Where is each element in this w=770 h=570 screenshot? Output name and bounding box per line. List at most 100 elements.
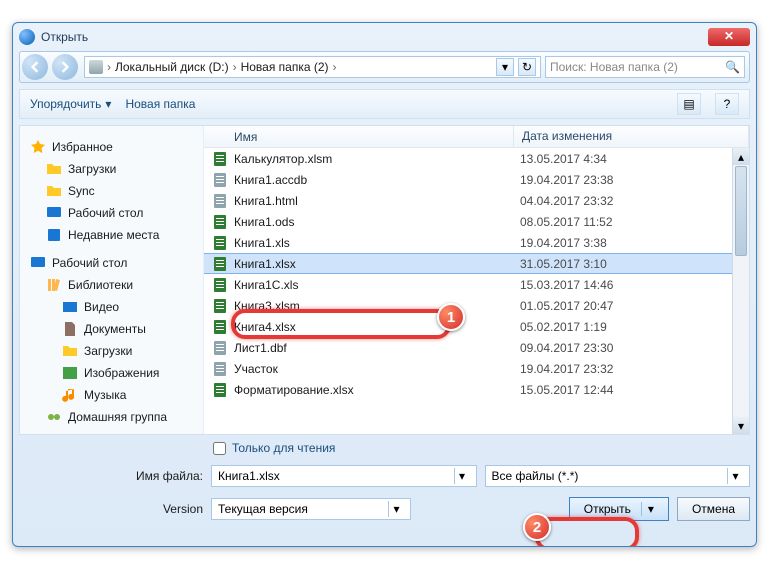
chevron-down-icon[interactable]: ▾ [388,501,404,517]
sidebar-item-video[interactable]: Видео [20,296,203,318]
column-date[interactable]: Дата изменения [514,126,749,147]
chevron-right-icon: › [233,60,237,74]
file-name: Книга1.ods [234,215,520,229]
sidebar-item-downloads2[interactable]: Загрузки [20,340,203,362]
open-button[interactable]: Открыть▾ [569,497,669,521]
file-icon [212,151,228,167]
file-row[interactable]: Книга1.xls19.04.2017 3:38 [204,232,749,253]
scroll-thumb[interactable] [735,166,747,256]
chevron-down-icon[interactable]: ▾ [727,468,743,484]
file-name: Участок [234,362,520,376]
search-icon: 🔍 [725,60,740,74]
file-date: 05.02.2017 1:19 [520,320,607,334]
sidebar-item-recent[interactable]: Недавние места [20,224,203,246]
file-icon [212,382,228,398]
file-icon [212,298,228,314]
file-icon [212,277,228,293]
help-button[interactable]: ? [715,93,739,115]
file-icon [212,214,228,230]
file-date: 15.05.2017 12:44 [520,383,613,397]
chevron-right-icon: › [333,60,337,74]
file-row[interactable]: Книга1.html04.04.2017 23:32 [204,190,749,211]
file-icon [212,361,228,377]
file-icon [212,172,228,188]
sidebar-item-documents[interactable]: Документы [20,318,203,340]
refresh-button[interactable]: ↻ [518,58,536,76]
scroll-up-button[interactable]: ▴ [733,148,749,165]
version-label: Version [19,502,203,516]
filename-input[interactable]: Книга1.xlsx ▾ [211,465,477,487]
readonly-checkbox[interactable] [213,442,226,455]
organize-button[interactable]: Упорядочить ▾ [30,97,111,111]
file-row[interactable]: Книга1.xlsx31.05.2017 3:10 [204,253,749,274]
file-row[interactable]: Книга1C.xls15.03.2017 14:46 [204,274,749,295]
breadcrumb[interactable]: Локальный диск (D:) [115,60,229,74]
file-row[interactable]: Форматирование.xlsx15.05.2017 12:44 [204,379,749,400]
breadcrumb[interactable]: Новая папка (2) [241,60,329,74]
file-row[interactable]: Книга1.ods08.05.2017 11:52 [204,211,749,232]
file-name: Книга3.xlsm [234,299,520,313]
sidebar-item-pictures[interactable]: Изображения [20,362,203,384]
cancel-button[interactable]: Отмена [677,497,750,521]
forward-button[interactable] [52,54,78,80]
address-bar[interactable]: › Локальный диск (D:) › Новая папка (2) … [84,56,541,78]
version-combo[interactable]: Текущая версия ▾ [211,498,411,520]
filename-label: Имя файла: [19,469,203,483]
file-name: Калькулятор.xlsm [234,152,520,166]
new-folder-button[interactable]: Новая папка [125,97,195,111]
filename-dropdown[interactable]: ▾ [454,468,470,484]
file-name: Книга1.xls [234,236,520,250]
file-row[interactable]: Книга4.xlsx05.02.2017 1:19 [204,316,749,337]
chevron-right-icon: › [107,60,111,74]
file-row[interactable]: Лист1.dbf09.04.2017 23:30 [204,337,749,358]
file-row[interactable]: Калькулятор.xlsm13.05.2017 4:34 [204,148,749,169]
sidebar-item-music[interactable]: Музыка [20,384,203,406]
file-name: Книга1.html [234,194,520,208]
file-date: 04.04.2017 23:32 [520,194,613,208]
file-row[interactable]: Книга1.accdb19.04.2017 23:38 [204,169,749,190]
sidebar-item-homegroup[interactable]: Домашняя группа [20,406,203,428]
file-row[interactable]: Участок19.04.2017 23:32 [204,358,749,379]
annotation-highlight [535,517,639,547]
file-date: 15.03.2017 14:46 [520,278,613,292]
sidebar-item-libraries[interactable]: Библиотеки [20,274,203,296]
close-button[interactable]: ✕ [708,28,750,46]
chevron-down-icon: ▾ [105,97,111,111]
chevron-down-icon[interactable]: ▾ [641,502,654,516]
file-date: 13.05.2017 4:34 [520,152,607,166]
file-name: Книга1.accdb [234,173,520,187]
scroll-down-button[interactable]: ▾ [733,417,749,434]
view-button[interactable]: ▤ [677,93,701,115]
file-icon [212,319,228,335]
sidebar: Избранное Загрузки Sync Рабочий стол Нед… [20,126,204,434]
file-name: Книга4.xlsx [234,320,520,334]
address-dropdown[interactable]: ▾ [496,58,514,76]
file-icon [212,235,228,251]
file-name: Книга1.xlsx [234,257,520,271]
file-date: 19.04.2017 3:38 [520,236,607,250]
sidebar-favorites[interactable]: Избранное [20,136,203,158]
sidebar-item-sync[interactable]: Sync [20,180,203,202]
file-name: Лист1.dbf [234,341,520,355]
file-date: 08.05.2017 11:52 [520,215,613,229]
file-name: Книга1C.xls [234,278,520,292]
search-placeholder: Поиск: Новая папка (2) [550,60,678,74]
file-date: 09.04.2017 23:30 [520,341,613,355]
file-row[interactable]: Книга3.xlsm01.05.2017 20:47 [204,295,749,316]
filetype-combo[interactable]: Все файлы (*.*) ▾ [485,465,751,487]
sidebar-item-desktop[interactable]: Рабочий стол [20,202,203,224]
file-name: Форматирование.xlsx [234,383,520,397]
file-date: 01.05.2017 20:47 [520,299,613,313]
file-icon [212,340,228,356]
scrollbar[interactable]: ▴ ▾ [732,148,749,434]
file-icon [212,193,228,209]
readonly-label: Только для чтения [232,441,335,455]
back-button[interactable] [22,54,48,80]
file-date: 19.04.2017 23:38 [520,173,613,187]
app-icon [19,29,35,45]
column-name[interactable]: Имя [204,126,514,147]
search-input[interactable]: Поиск: Новая папка (2) 🔍 [545,56,745,78]
file-date: 19.04.2017 23:32 [520,362,613,376]
sidebar-item-downloads[interactable]: Загрузки [20,158,203,180]
sidebar-desktop-group[interactable]: Рабочий стол [20,252,203,274]
